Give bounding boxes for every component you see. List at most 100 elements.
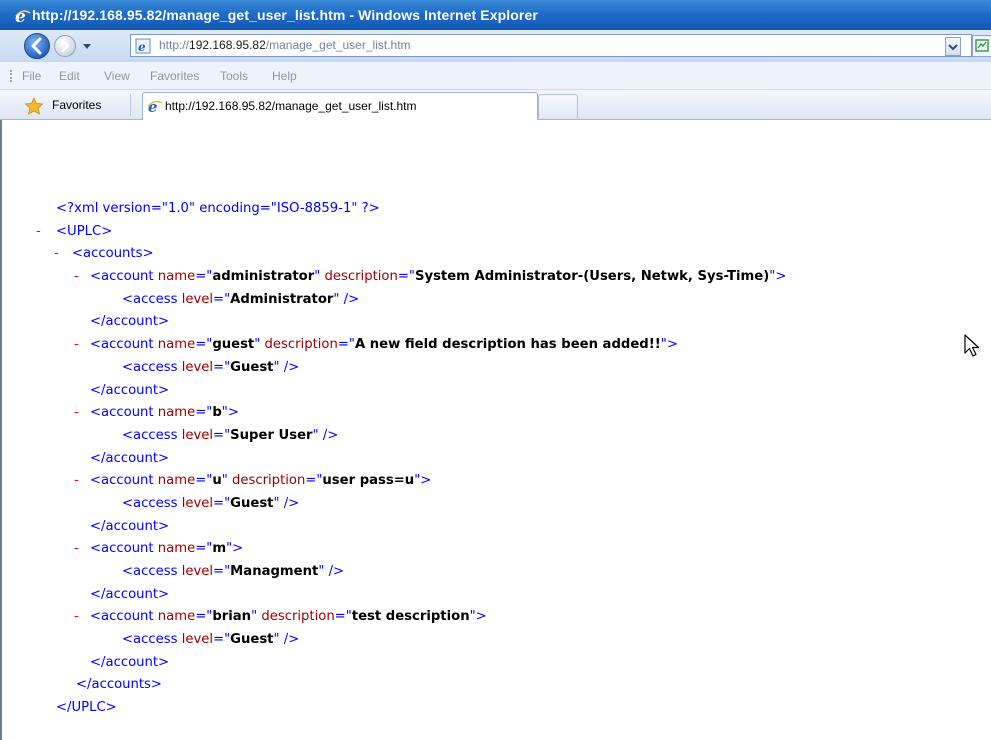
xml-line-content: <?xml version="1.0" encoding="ISO-8859-1… — [56, 198, 380, 221]
xml-account-close: </account> — [2, 311, 991, 334]
xml-markup: =" — [213, 564, 231, 579]
xml-markup: =" — [195, 541, 213, 557]
xml-account-close: </account> — [2, 380, 991, 403]
xml-account-open: - <account name="b"> — [2, 402, 991, 425]
url-path: /manage_get_user_list.htm — [265, 38, 411, 52]
xml-markup: > — [775, 269, 787, 285]
xml-line-content: <account name="m"> — [90, 538, 243, 561]
xml-attribute-name: name — [157, 337, 196, 353]
xml-attribute-value: A new field description has been added!! — [354, 337, 661, 353]
xml-access-line: <access level="Guest" /> — [2, 629, 991, 652]
menu-help[interactable]: Help — [272, 69, 297, 83]
collapse-toggle[interactable]: - — [74, 266, 79, 289]
collapse-toggle[interactable]: - — [74, 334, 79, 357]
xml-attribute-value: b — [212, 405, 222, 421]
xml-attribute-value: Guest — [230, 632, 274, 648]
menu-bar: File Edit View Favorites Tools Help — [0, 62, 991, 90]
menu-tools[interactable]: Tools — [220, 69, 248, 83]
xml-line-content: </account> — [90, 380, 169, 403]
xml-markup: <UPLC> — [56, 223, 113, 239]
chevron-down-icon — [948, 44, 958, 51]
xml-markup: =" — [213, 291, 231, 307]
menu-view[interactable]: View — [104, 69, 130, 83]
xml-line-content: </account> — [90, 652, 169, 675]
address-bar[interactable]: e http://192.168.95.82/manage_get_user_l… — [130, 34, 972, 57]
collapse-toggle[interactable]: - — [74, 538, 79, 561]
xml-attribute-name: name — [157, 473, 196, 489]
menu-favorites[interactable]: Favorites — [150, 69, 199, 83]
svg-text:e: e — [148, 98, 158, 114]
mouse-pointer-icon — [964, 334, 980, 357]
xml-account-close: </account> — [2, 584, 991, 607]
collapse-toggle[interactable]: - — [74, 606, 79, 629]
xml-line-content: </account> — [90, 448, 169, 471]
menu-edit[interactable]: Edit — [59, 69, 80, 83]
menu-file[interactable]: File — [22, 69, 41, 83]
xml-line-content: </account> — [90, 584, 169, 607]
xml-line-content: <access level="Managment" /> — [122, 561, 344, 584]
xml-markup: <access — [122, 495, 182, 511]
xml-markup: =" — [213, 359, 231, 375]
xml-markup: > — [420, 473, 432, 489]
xml-attribute-value: administrator — [212, 269, 315, 285]
tab-label: http://192.168.95.82/manage_get_user_lis… — [165, 99, 417, 113]
collapse-toggle[interactable]: - — [74, 402, 79, 425]
xml-attribute-name: name — [157, 609, 196, 625]
xml-access-line: <access level="Administrator" /> — [2, 289, 991, 312]
recent-pages-dropdown[interactable] — [80, 36, 94, 56]
xml-markup: " /> — [318, 564, 345, 579]
xml-attribute-name: description — [257, 609, 335, 625]
url-host: 192.168.95.82 — [189, 38, 266, 52]
xml-markup: =" — [195, 405, 213, 421]
collapse-toggle[interactable]: - — [36, 221, 41, 244]
xml-markup: </accounts> — [76, 677, 162, 693]
xml-attribute-value: Administrator — [230, 291, 334, 307]
xml-markup: =" — [213, 632, 231, 648]
xml-line-content: <access level="Guest" /> — [122, 357, 299, 380]
xml-attribute-name: description — [320, 269, 398, 285]
internet-explorer-icon: e — [15, 7, 31, 25]
compatibility-icon — [975, 39, 989, 52]
toolbar-grip — [10, 70, 14, 82]
xml-markup: =" — [213, 495, 231, 511]
xml-account-close: </account> — [2, 516, 991, 539]
xml-markup: <account — [90, 541, 158, 557]
xml-markup: <accounts> — [72, 246, 154, 262]
xml-markup: <account — [90, 269, 158, 285]
new-tab-button[interactable] — [538, 94, 578, 118]
xml-attribute-name: level — [181, 427, 214, 443]
xml-markup: <account — [90, 337, 158, 353]
xml-attribute-value: u — [212, 473, 222, 489]
xml-line-content: </account> — [90, 516, 169, 539]
xml-accounts-open: - <accounts> — [2, 243, 991, 266]
xml-line-content: <access level="Super User" /> — [122, 425, 338, 448]
xml-markup: </account> — [90, 382, 170, 398]
forward-button[interactable] — [54, 35, 76, 57]
window-title: http://192.168.95.82/manage_get_user_lis… — [32, 7, 538, 23]
xml-account-open: - <account name="brian" description="test… — [2, 606, 991, 629]
xml-line-content: <access level="Guest" /> — [122, 629, 299, 652]
xml-attribute-value: System Administrator-(Users, Netwk, Sys-… — [414, 269, 770, 285]
compatibility-view-button[interactable] — [972, 35, 991, 57]
xml-attribute-name: description — [227, 473, 306, 489]
xml-markup: <account — [90, 405, 158, 421]
address-dropdown-button[interactable] — [945, 37, 961, 56]
xml-markup: =" — [213, 427, 231, 443]
collapse-toggle[interactable]: - — [74, 470, 79, 493]
favorites-button[interactable]: Favorites — [52, 98, 101, 112]
xml-attribute-name: level — [181, 359, 214, 375]
address-url: http://192.168.95.82/manage_get_user_lis… — [159, 38, 411, 52]
collapse-toggle[interactable]: - — [54, 243, 59, 266]
xml-markup: <account — [90, 473, 158, 489]
xml-markup: </account> — [90, 518, 170, 534]
xml-markup: " /> — [273, 632, 300, 648]
xml-markup: " /> — [312, 427, 339, 443]
xml-line-content: </accounts> — [76, 674, 162, 697]
xml-declaration-line: <?xml version="1.0" encoding="ISO-8859-1… — [2, 198, 991, 221]
back-button[interactable] — [24, 33, 50, 59]
tab-current-page[interactable]: e http://192.168.95.82/manage_get_user_l… — [142, 92, 538, 120]
favorites-star-icon[interactable] — [24, 97, 44, 115]
xml-attribute-name: name — [157, 269, 196, 285]
xml-line-content: <access level="Administrator" /> — [122, 289, 359, 312]
xml-markup: > — [227, 405, 239, 421]
